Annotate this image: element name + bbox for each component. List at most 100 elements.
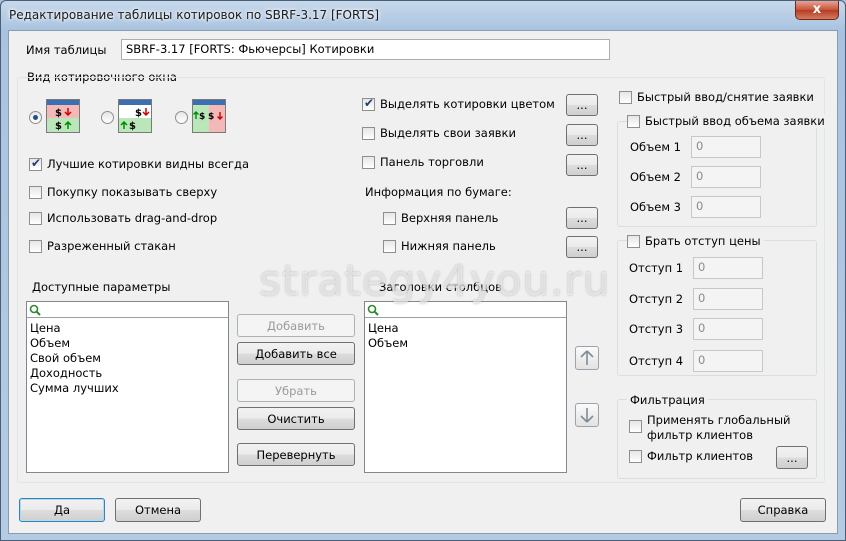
checkbox-box[interactable] xyxy=(383,239,396,253)
clear-button[interactable]: Очистить xyxy=(237,407,355,430)
global-filter-line1: Применять глобальный xyxy=(647,413,791,427)
available-search-row[interactable] xyxy=(27,302,228,318)
list-item[interactable]: Объем xyxy=(30,336,70,350)
checkbox-label: Выделять свои заявки xyxy=(380,126,516,140)
reverse-button[interactable]: Перевернуть xyxy=(237,443,355,466)
offset-2-label: Отступ 2 xyxy=(629,292,684,306)
checkbox-box[interactable] xyxy=(362,155,375,169)
checkbox-box[interactable] xyxy=(29,185,42,199)
highlight-own-orders-checkbox[interactable]: Выделять свои заявки xyxy=(362,126,516,140)
security-info-label: Информация по бумаге: xyxy=(365,185,512,199)
help-button[interactable]: Справка xyxy=(740,498,826,522)
buy-on-top-checkbox[interactable]: Покупку показывать сверху xyxy=(29,185,217,199)
volume-2-label: Объем 2 xyxy=(630,170,681,184)
arrow-up-icon xyxy=(580,350,594,365)
quick-volume-checkbox[interactable]: Быстрый ввод объема заявки xyxy=(627,114,828,128)
offset-4-input[interactable]: 0 xyxy=(693,350,763,372)
filter-group-label: Фильтрация xyxy=(627,393,708,407)
highlight-quotes-settings-button[interactable]: ... xyxy=(566,94,598,116)
trading-panel-checkbox[interactable]: Панель торговли xyxy=(362,155,484,169)
search-icon xyxy=(367,304,379,316)
available-params-list[interactable]: Цена Объем Свой объем Доходность Сумма л… xyxy=(26,301,229,473)
list-item[interactable]: Сумма лучших xyxy=(30,381,119,395)
list-item[interactable]: Цена xyxy=(30,321,61,335)
volume-3-input[interactable]: 0 xyxy=(691,196,761,218)
view-radio-1[interactable] xyxy=(29,111,42,124)
list-item[interactable]: Объем xyxy=(368,336,408,350)
quote-layout-2-icon[interactable]: $ $ xyxy=(118,99,152,133)
volume-3-label: Объем 3 xyxy=(630,200,681,214)
offset-1-label: Отступ 1 xyxy=(629,261,684,275)
checkbox-label: Фильтр клиентов xyxy=(647,449,754,463)
move-up-button[interactable] xyxy=(575,346,599,370)
dialog-client: Имя таблицы SBRF-3.17 [FORTS: Фьючерсы] … xyxy=(8,30,838,534)
move-down-button[interactable] xyxy=(575,403,599,427)
quick-order-checkbox[interactable]: Быстрый ввод/снятие заявки xyxy=(619,90,814,104)
svg-text:$: $ xyxy=(129,121,136,132)
global-filter-checkbox[interactable]: Применять глобальный фильтр клиентов xyxy=(629,413,791,443)
checkbox-label: Покупку показывать сверху xyxy=(47,185,218,199)
table-name-label: Имя таблицы xyxy=(26,43,107,57)
add-all-button[interactable]: Добавить все xyxy=(237,342,355,365)
remove-button[interactable]: Убрать xyxy=(237,379,355,402)
bottom-panel-settings-button[interactable]: ... xyxy=(566,236,598,258)
close-button[interactable]: x xyxy=(795,1,839,20)
view-radio-2[interactable] xyxy=(101,111,114,124)
offset-1-input[interactable]: 0 xyxy=(693,257,763,279)
checkbox-label: Брать отступ цены xyxy=(645,234,761,248)
list-item[interactable]: Свой объем xyxy=(30,351,101,365)
checkbox-box[interactable] xyxy=(362,96,375,111)
svg-text:$: $ xyxy=(199,112,205,122)
cancel-button[interactable]: Отмена xyxy=(115,498,201,522)
column-headers-list[interactable]: Цена Объем xyxy=(364,301,567,473)
own-orders-settings-button[interactable]: ... xyxy=(566,124,598,146)
checkbox-label: Панель торговли xyxy=(380,155,484,169)
bottom-panel-checkbox[interactable]: Нижняя панель xyxy=(383,239,496,253)
checkbox-label: Выделять котировки цветом xyxy=(380,97,555,111)
checkbox-box[interactable] xyxy=(29,239,42,253)
checkbox-box[interactable] xyxy=(29,211,42,225)
checkbox-box[interactable] xyxy=(619,90,632,104)
trading-panel-settings-button[interactable]: ... xyxy=(566,154,598,176)
checkbox-label: Лучшие котировки видны всегда xyxy=(47,157,249,171)
sparse-book-checkbox[interactable]: Разреженный стакан xyxy=(29,239,176,253)
drag-and-drop-checkbox[interactable]: Использовать drag-and-drop xyxy=(29,211,217,225)
title-bar[interactable]: Редактирование таблицы котировок по SBRF… xyxy=(1,1,845,31)
checkbox-box[interactable] xyxy=(29,156,42,171)
table-name-input[interactable]: SBRF-3.17 [FORTS: Фьючерсы] Котировки xyxy=(121,39,610,60)
checkbox-box[interactable] xyxy=(362,126,375,140)
list-item[interactable]: Доходность xyxy=(30,366,102,380)
checkbox-label: Разреженный стакан xyxy=(47,239,176,253)
volume-1-label: Объем 1 xyxy=(630,140,681,154)
volume-1-input[interactable]: 0 xyxy=(691,136,761,158)
top-panel-settings-button[interactable]: ... xyxy=(566,207,598,229)
top-panel-checkbox[interactable]: Верхняя панель xyxy=(383,211,498,225)
add-button[interactable]: Добавить xyxy=(237,314,355,337)
offset-2-input[interactable]: 0 xyxy=(693,288,763,310)
client-filter-checkbox[interactable]: Фильтр клиентов xyxy=(629,449,753,463)
checkbox-box[interactable] xyxy=(627,234,640,248)
highlight-quotes-color-checkbox[interactable]: Выделять котировки цветом xyxy=(362,96,555,111)
view-radio-3[interactable] xyxy=(175,111,188,124)
best-quotes-always-visible-checkbox[interactable]: Лучшие котировки видны всегда xyxy=(29,156,249,171)
checkbox-box[interactable] xyxy=(627,114,640,128)
offset-4-label: Отступ 4 xyxy=(629,354,684,368)
volume-2-input[interactable]: 0 xyxy=(691,166,761,188)
quote-layout-1-icon[interactable]: $ $ xyxy=(46,99,80,133)
quote-layout-3-icon[interactable]: $ $ xyxy=(192,99,226,133)
checkbox-label: Нижняя панель xyxy=(401,239,496,253)
checkbox-label: Верхняя панель xyxy=(401,211,499,225)
search-icon xyxy=(29,304,41,316)
client-filter-settings-button[interactable]: ... xyxy=(776,446,808,469)
checkbox-box[interactable] xyxy=(629,420,642,433)
svg-text:$: $ xyxy=(135,108,142,119)
available-params-label: Доступные параметры xyxy=(32,280,171,294)
price-offset-checkbox[interactable]: Брать отступ цены xyxy=(627,234,764,248)
ok-button[interactable]: Да xyxy=(19,498,105,522)
offset-3-input[interactable]: 0 xyxy=(693,318,763,340)
checkbox-box[interactable] xyxy=(629,449,642,463)
checkbox-box[interactable] xyxy=(383,211,396,225)
offset-3-label: Отступ 3 xyxy=(629,322,684,336)
list-item[interactable]: Цена xyxy=(368,321,399,335)
dialog-window: Редактирование таблицы котировок по SBRF… xyxy=(0,0,846,541)
